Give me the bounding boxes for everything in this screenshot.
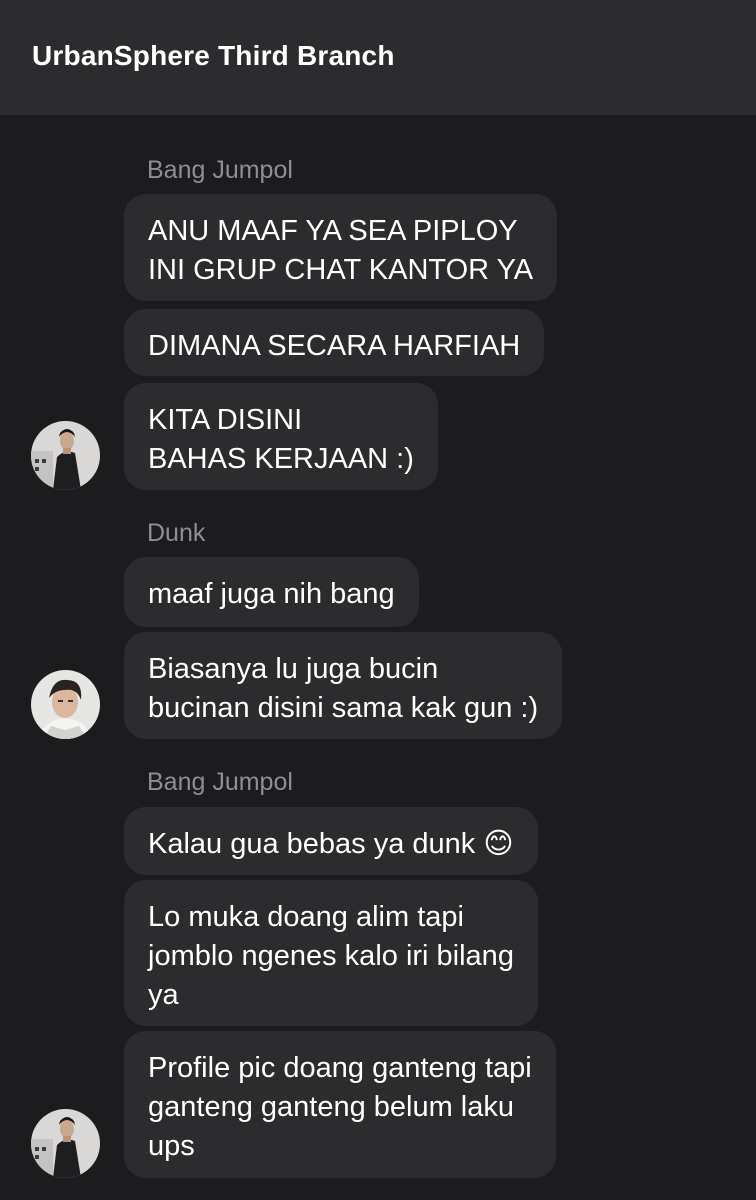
sender-name: Bang Jumpol	[147, 156, 293, 184]
person-avatar-icon[interactable]	[31, 670, 100, 739]
message-bubble[interactable]: Kalau gua bebas ya dunk 😊	[124, 807, 538, 875]
message-bubble[interactable]: Biasanya lu juga bucin bucinan disini sa…	[124, 632, 563, 739]
message-bubble[interactable]: Profile pic doang ganteng tapi ganteng g…	[124, 1031, 556, 1178]
person-avatar-icon[interactable]	[31, 1109, 100, 1178]
chat-header: UrbanSphere Third Branch	[0, 0, 756, 115]
message-bubble[interactable]: DIMANA SECARA HARFIAH	[124, 309, 545, 376]
message-bubble[interactable]: ANU MAAF YA SEA PIPLOY INI GRUP CHAT KAN…	[124, 194, 558, 301]
message-bubble[interactable]: Lo muka doang alim tapi jomblo ngenes ka…	[124, 880, 538, 1026]
message-bubble[interactable]: KITA DISINI BAHAS KERJAAN :)	[124, 383, 438, 490]
message-bubble[interactable]: maaf juga nih bang	[124, 557, 419, 627]
person-avatar-icon[interactable]	[31, 421, 100, 490]
sender-name: Bang Jumpol	[147, 768, 293, 796]
chat-title[interactable]: UrbanSphere Third Branch	[32, 40, 395, 72]
sender-name: Dunk	[147, 519, 206, 547]
